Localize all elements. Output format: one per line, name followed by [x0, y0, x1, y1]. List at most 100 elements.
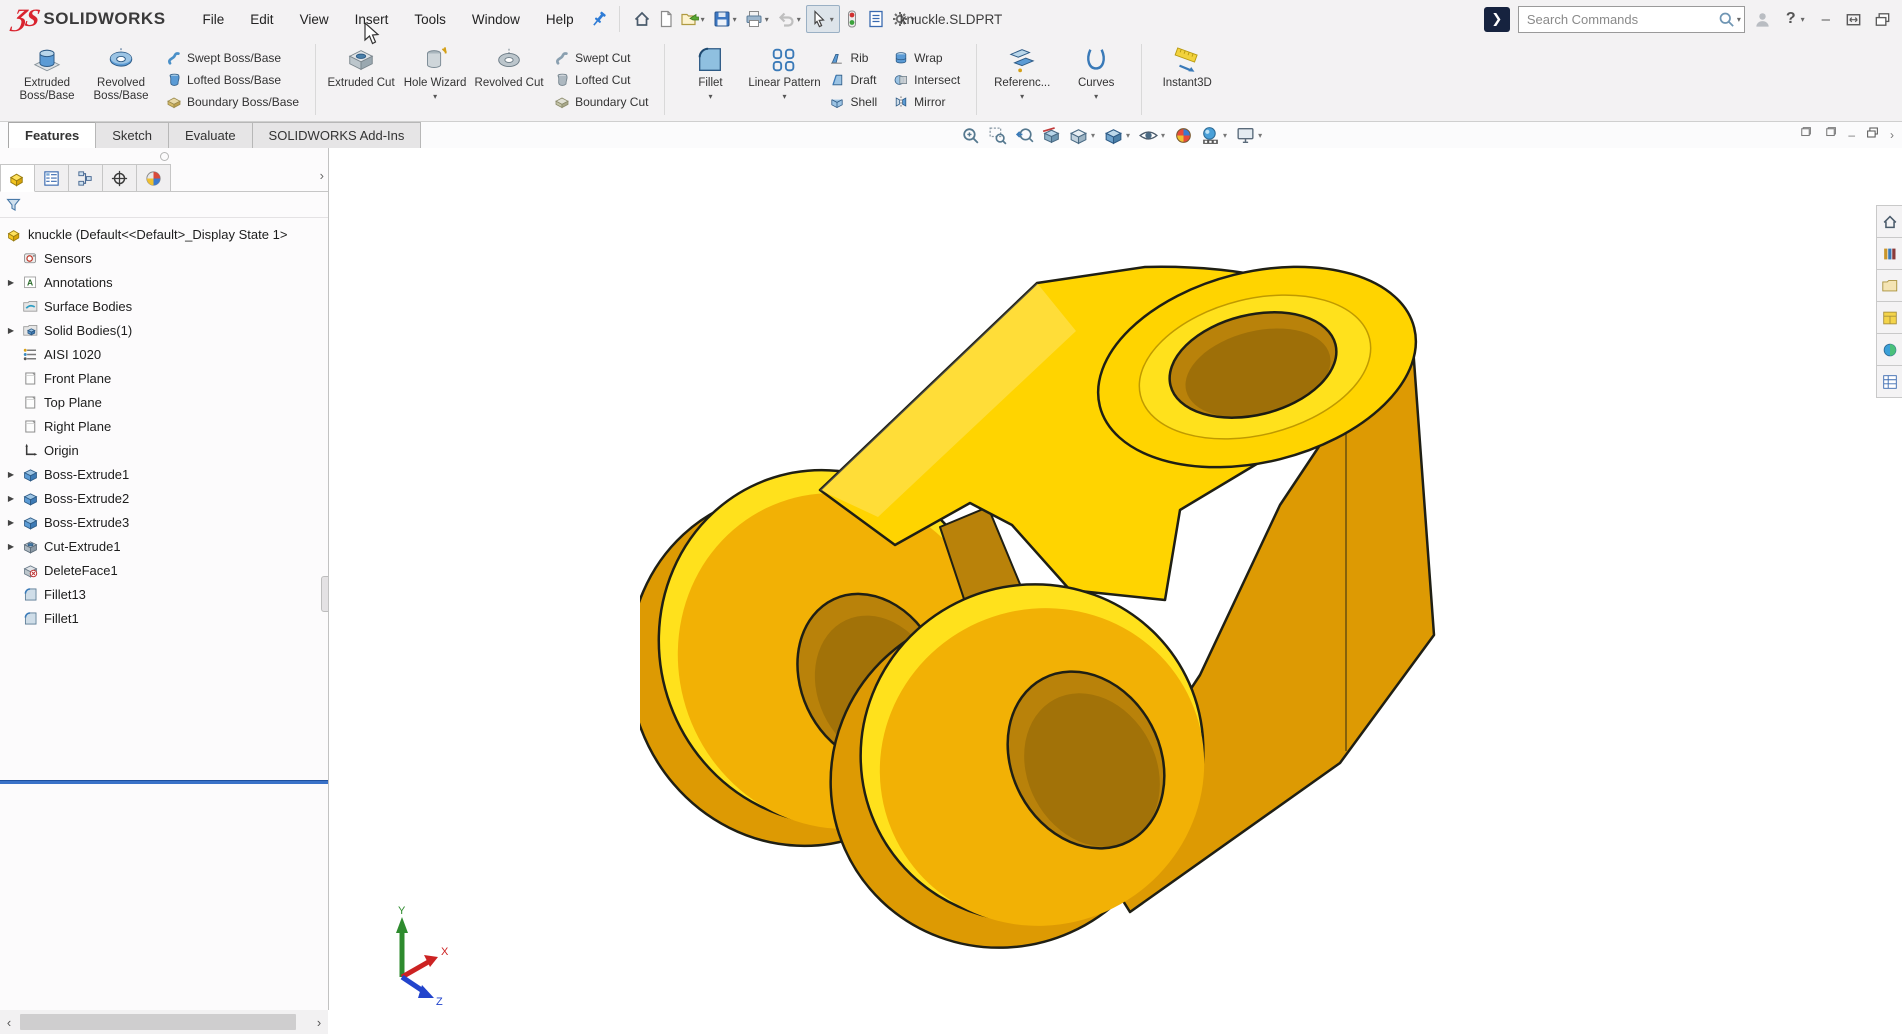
tree-item-top[interactable]: Top Plane — [0, 390, 328, 414]
draft-button[interactable]: Draft — [825, 70, 881, 90]
revolved-boss-button[interactable]: Revolved Boss/Base — [84, 41, 158, 118]
select-dropdown-icon[interactable]: ▾ — [829, 15, 837, 24]
swept-cut-button[interactable]: Swept Cut — [550, 48, 652, 68]
tree-item-knuckle[interactable]: knuckle (Default<<Default>_Display State… — [0, 222, 328, 246]
tab-sketch[interactable]: Sketch — [95, 122, 169, 148]
display-style-button[interactable]: ▾ — [1101, 123, 1134, 147]
expand-arrow-icon[interactable]: ▶ — [0, 278, 22, 287]
save-button[interactable]: ▾ — [710, 6, 742, 32]
reference-geometry-dropdown-icon[interactable]: ▾ — [1020, 92, 1024, 100]
previous-view-button[interactable] — [1012, 123, 1037, 147]
doc-cascade-button[interactable] — [1865, 125, 1880, 145]
view-orientation-dropdown-icon[interactable]: ▾ — [1089, 131, 1097, 140]
expand-arrow-icon[interactable]: ▶ — [0, 494, 22, 503]
taskpane-view-palette-button[interactable] — [1876, 301, 1902, 334]
menu-tools[interactable]: Tools — [401, 1, 459, 38]
tree-item-boss-extrude2[interactable]: ▶Boss-Extrude2 — [0, 486, 328, 510]
search-commands-input[interactable] — [1519, 12, 1717, 27]
tree-item-surface[interactable]: Surface Bodies — [0, 294, 328, 318]
doc-more-button[interactable]: › — [1890, 126, 1894, 144]
menu-window[interactable]: Window — [459, 1, 533, 38]
taskpane-sw-resources-button[interactable] — [1876, 205, 1902, 238]
select-button[interactable]: ▾ — [806, 5, 840, 33]
instant3d-button[interactable]: Instant3D — [1150, 41, 1224, 118]
tree-item-sensors[interactable]: Sensors — [0, 246, 328, 270]
model-knuckle[interactable] — [640, 255, 1440, 955]
tree-item-right[interactable]: Right Plane — [0, 414, 328, 438]
login-button[interactable] — [1753, 10, 1772, 29]
doc-restore-button[interactable] — [1798, 125, 1813, 145]
tree-item-fillet1[interactable]: Fillet1 — [0, 606, 328, 630]
linear-pattern-button[interactable]: Linear Pattern▾ — [747, 41, 821, 118]
panel-edge-handle[interactable] — [321, 576, 329, 612]
tree-item-front[interactable]: Front Plane — [0, 366, 328, 390]
tree-item-fillet13[interactable]: Fillet13 — [0, 582, 328, 606]
new-document-button[interactable] — [654, 6, 678, 32]
pin-icon[interactable] — [589, 9, 609, 29]
swept-boss-button[interactable]: Swept Boss/Base — [162, 48, 303, 68]
hole-wizard-dropdown-icon[interactable]: ▾ — [433, 92, 437, 100]
tree-filter-bar[interactable] — [0, 192, 328, 218]
revolved-cut-button[interactable]: Revolved Cut — [472, 41, 546, 118]
display-style-dropdown-icon[interactable]: ▾ — [1124, 131, 1132, 140]
mirror-button[interactable]: Mirror — [889, 92, 964, 112]
help-button[interactable]: ?▾ — [1782, 10, 1808, 28]
options-dropdown-icon[interactable]: ▾ — [910, 15, 918, 24]
tree-item-solid[interactable]: ▶Solid Bodies(1) — [0, 318, 328, 342]
panel-tab-propertymanager[interactable] — [35, 164, 69, 191]
wrap-button[interactable]: Wrap — [889, 48, 964, 68]
tab-solidworks-add-ins[interactable]: SOLIDWORKS Add-Ins — [252, 122, 422, 148]
panel-tab-displaymanager[interactable] — [137, 164, 171, 191]
menu-help[interactable]: Help — [533, 1, 587, 38]
tree-item-cut-extrude1[interactable]: ▶Cut-Extrude1 — [0, 534, 328, 558]
curves-button[interactable]: Curves▾ — [1059, 41, 1133, 118]
tree-item-annotations[interactable]: ▶AAnnotations — [0, 270, 328, 294]
doc-minimize-button[interactable]: – — [1848, 126, 1855, 144]
tree-item-boss-extrude1[interactable]: ▶Boss-Extrude1 — [0, 462, 328, 486]
hide-show-items-dropdown-icon[interactable]: ▾ — [1159, 131, 1167, 140]
fillet-dropdown-icon[interactable]: ▾ — [708, 92, 712, 100]
panel-flyout-icon[interactable]: › — [320, 168, 324, 183]
panel-splitter-handle[interactable] — [160, 152, 169, 161]
expand-arrow-icon[interactable]: ▶ — [0, 518, 22, 527]
search-icon[interactable] — [1717, 10, 1736, 29]
minimize-button[interactable]: – — [1818, 11, 1834, 28]
extruded-boss-button[interactable]: Extruded Boss/Base — [10, 41, 84, 118]
taskpane-appearances-scenes-button[interactable] — [1876, 333, 1902, 366]
tree-item-boss-extrude3[interactable]: ▶Boss-Extrude3 — [0, 510, 328, 534]
apply-scene-dropdown-icon[interactable]: ▾ — [1221, 131, 1229, 140]
undo-button[interactable]: ▾ — [774, 6, 806, 32]
hide-show-items-button[interactable]: ▾ — [1136, 123, 1169, 147]
tree-item-aisi[interactable]: AISI 1020 — [0, 342, 328, 366]
view-orientation-button[interactable]: ▾ — [1066, 123, 1099, 147]
home-button[interactable] — [630, 6, 654, 32]
zoom-to-area-button[interactable] — [985, 123, 1010, 147]
scrollbar-thumb[interactable] — [20, 1014, 296, 1030]
reference-geometry-button[interactable]: Referenc...▾ — [985, 41, 1059, 118]
hole-wizard-button[interactable]: Hole Wizard▾ — [398, 41, 472, 118]
menu-file[interactable]: File — [190, 1, 238, 38]
taskpane-design-library-button[interactable] — [1876, 237, 1902, 270]
panel-tab-dimxpertmanager[interactable] — [103, 164, 137, 191]
menu-edit[interactable]: Edit — [237, 1, 286, 38]
lofted-cut-button[interactable]: Lofted Cut — [550, 70, 652, 90]
windows-button[interactable] — [1873, 10, 1892, 29]
doc-restore-2-button[interactable] — [1823, 125, 1838, 145]
curves-dropdown-icon[interactable]: ▾ — [1094, 92, 1098, 100]
boundary-boss-button[interactable]: Boundary Boss/Base — [162, 92, 303, 112]
search-logo-icon[interactable]: ❯ — [1484, 7, 1510, 32]
panel-tab-featuremanager[interactable] — [0, 164, 35, 192]
expand-arrow-icon[interactable]: ▶ — [0, 326, 22, 335]
open-button[interactable]: ▾ — [678, 6, 710, 32]
file-properties-button[interactable] — [864, 6, 888, 32]
view-settings-dropdown-icon[interactable]: ▾ — [1256, 131, 1264, 140]
tab-evaluate[interactable]: Evaluate — [168, 122, 253, 148]
intersect-button[interactable]: Intersect — [889, 70, 964, 90]
section-view-button[interactable] — [1039, 123, 1064, 147]
search-dropdown-icon[interactable]: ▾ — [1736, 15, 1744, 24]
scroll-right-icon[interactable]: › — [310, 1015, 328, 1030]
scroll-left-icon[interactable]: ‹ — [0, 1015, 18, 1030]
shell-button[interactable]: Shell — [825, 92, 881, 112]
edit-appearance-button[interactable] — [1171, 123, 1196, 147]
linear-pattern-dropdown-icon[interactable]: ▾ — [782, 92, 786, 100]
